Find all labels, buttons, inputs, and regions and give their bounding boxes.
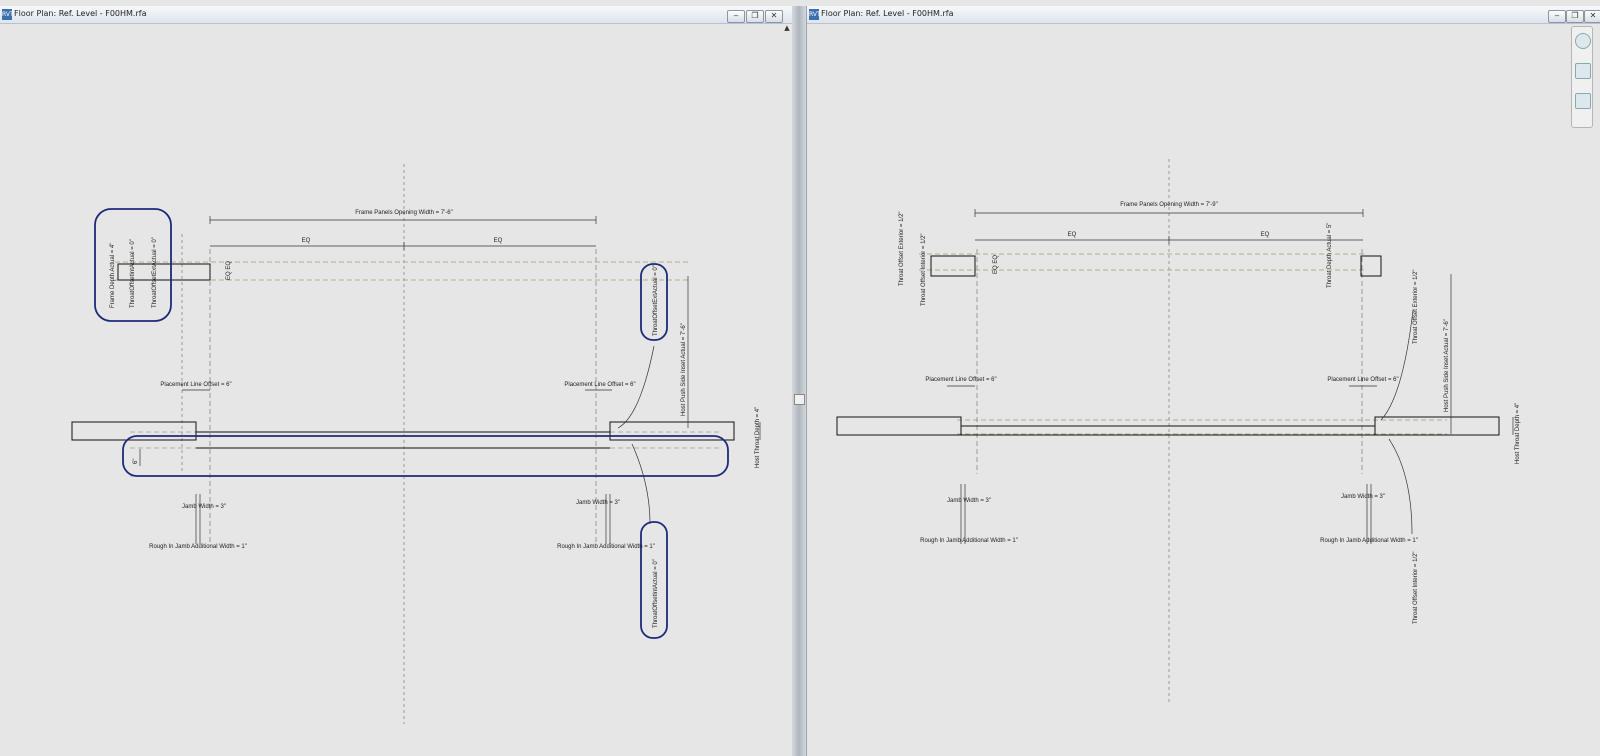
eq-label: EQ — [494, 238, 503, 244]
restore-button[interactable]: ❐ — [746, 10, 764, 23]
placement-offset-right-label: Placement Line Offset = 6" — [1327, 377, 1398, 383]
throat-offset-ext-label: ThroatOffsetExtActual = 0" — [152, 237, 158, 308]
six-inch-label: 6" — [133, 459, 139, 464]
file-icon: RVT — [2, 9, 14, 20]
placement-offset-left-label: Placement Line Offset = 6" — [160, 382, 231, 388]
throat-offset-int-bottom-label: ThroatOffsetIntActual = 0" — [653, 559, 659, 628]
steering-wheel-icon[interactable] — [1575, 33, 1591, 49]
jamb-width-left-label: Jamb Width = 3" — [182, 504, 226, 510]
right-view-window: RVT Floor Plan: Ref. Level - F00HM.rfa ‒… — [806, 6, 1600, 756]
scroll-up-icon[interactable]: ▲ — [782, 24, 792, 32]
highlight-ovals — [94, 208, 729, 639]
eq-eq-label: EQ EQ — [993, 255, 999, 274]
reference-planes — [919, 159, 1447, 704]
zoom-icon[interactable] — [1575, 63, 1591, 79]
throat-offset-ext-right-label: ThroatOffsetExtActual = 0" — [653, 265, 659, 336]
minimize-button[interactable]: ‒ — [1548, 10, 1566, 23]
eq-label: EQ — [1261, 232, 1270, 238]
eq-eq-label: EQ EQ — [226, 261, 232, 280]
host-push-side-inset-label: Host Push Side Inset Actual = 7'-6" — [1444, 319, 1450, 412]
left-title-bar[interactable]: RVT Floor Plan: Ref. Level - F00HM.rfa ‒… — [0, 6, 792, 24]
dimension-labels: Frame Panels Opening Width = 7'-9" EQ EQ… — [899, 202, 1521, 624]
jamb-width-right-label: Jamb Width = 3" — [576, 500, 620, 506]
window-splitter[interactable] — [792, 6, 806, 756]
throat-depth-actual-label: Throat Depth Actual = 5" — [1327, 223, 1333, 288]
frame-depth-label: Frame Depth Actual = 4" — [110, 243, 116, 308]
throat-offset-int-label: ThroatOffsetIntActual = 0" — [130, 239, 136, 308]
close-button[interactable]: ✕ — [765, 10, 783, 23]
dimension-lines — [139, 216, 761, 544]
rough-in-right-label: Rough In Jamb Additional Width = 1" — [557, 544, 655, 550]
host-throat-depth-label: Host Throat Depth = 4" — [1515, 403, 1521, 464]
left-view-title: Floor Plan: Ref. Level - F00HM.rfa — [14, 9, 147, 18]
left-view-window: RVT Floor Plan: Ref. Level - F00HM.rfa ‒… — [0, 6, 792, 756]
close-button[interactable]: ✕ — [1584, 10, 1600, 23]
right-title-bar[interactable]: RVT Floor Plan: Ref. Level - F00HM.rfa ‒… — [807, 6, 1600, 24]
jamb-width-right-label: Jamb Width = 3" — [1341, 494, 1385, 500]
splitter-grip-icon[interactable] — [794, 394, 805, 405]
eq-label: EQ — [302, 238, 311, 244]
restore-button[interactable]: ❐ — [1566, 10, 1584, 23]
host-throat-depth-label: Host Throat Depth = 4" — [755, 407, 761, 468]
throat-offset-exterior-left-label: Throat Offset Exterior = 1/2" — [899, 211, 905, 286]
minimize-button[interactable]: ‒ — [727, 10, 745, 23]
dimension-lines — [947, 209, 1514, 544]
eq-label: EQ — [1068, 232, 1077, 238]
dimension-labels: Frame Panels Opening Width = 7'-6" EQ EQ… — [110, 210, 761, 628]
right-drawing-canvas[interactable]: Frame Panels Opening Width = 7'-9" EQ EQ… — [807, 24, 1577, 756]
rough-in-left-label: Rough In Jamb Additional Width = 1" — [149, 544, 247, 550]
placement-offset-right-label: Placement Line Offset = 6" — [564, 382, 635, 388]
jamb-width-left-label: Jamb Width = 3" — [947, 498, 991, 504]
rough-in-left-label: Rough In Jamb Additional Width = 1" — [920, 538, 1018, 544]
throat-offset-exterior-right-label: Throat Offset Exterior = 1/2" — [1413, 269, 1419, 344]
right-view-title: Floor Plan: Ref. Level - F00HM.rfa — [821, 9, 954, 18]
left-vertical-scrollbar[interactable]: ▲ — [782, 24, 792, 756]
host-push-side-inset-label: Host Push Side Inset Actual = 7'-6" — [681, 323, 687, 416]
wall-geometry — [836, 255, 1500, 436]
file-icon: RVT — [809, 9, 821, 20]
pan-icon[interactable] — [1575, 93, 1591, 109]
frame-panels-opening-label: Frame Panels Opening Width = 7'-9" — [1120, 202, 1218, 208]
frame-panels-opening-label: Frame Panels Opening Width = 7'-6" — [355, 210, 453, 216]
throat-offset-interior-left-label: Throat Offset Interior = 1/2" — [921, 233, 927, 306]
left-drawing-canvas[interactable]: Frame Panels Opening Width = 7'-6" EQ EQ… — [0, 24, 782, 756]
rough-in-right-label: Rough In Jamb Additional Width = 1" — [1320, 538, 1418, 544]
reference-planes — [115, 164, 720, 724]
placement-offset-left-label: Placement Line Offset = 6" — [925, 377, 996, 383]
throat-offset-interior-right-label: Throat Offset Interior = 1/2" — [1413, 551, 1419, 624]
